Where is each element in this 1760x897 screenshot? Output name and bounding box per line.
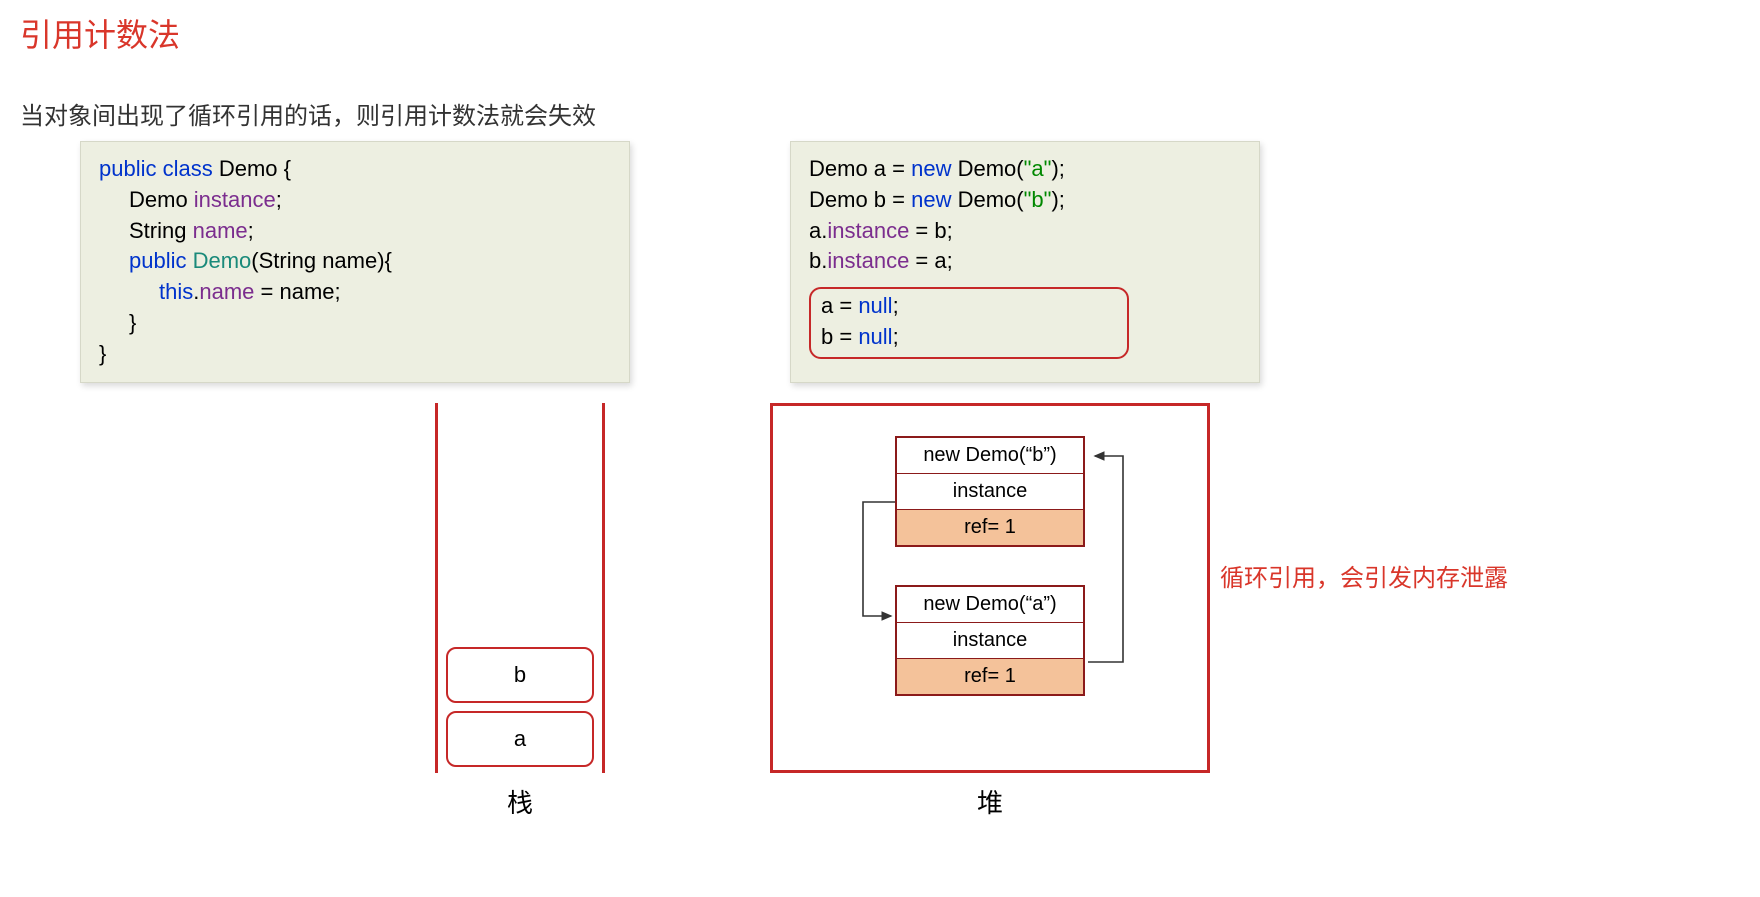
- code-text: = a;: [909, 248, 952, 273]
- heap-object-a: new Demo(“a”) instance ref= 1: [895, 585, 1085, 696]
- page-subtitle: 当对象间出现了循环引用的话，则引用计数法就会失效: [20, 96, 1740, 131]
- stack-item-b: b: [446, 647, 594, 703]
- field: instance: [827, 248, 909, 273]
- code-text: Demo b =: [809, 187, 911, 212]
- obj-instance: instance: [897, 623, 1083, 659]
- kw: null: [858, 324, 892, 349]
- kw: class: [163, 156, 213, 181]
- kw: new: [911, 156, 951, 181]
- field: instance: [827, 218, 909, 243]
- code-text: ;: [248, 218, 254, 243]
- code-text: ;: [893, 324, 899, 349]
- stack-item-a: a: [446, 711, 594, 767]
- code-text: }: [99, 339, 611, 370]
- code-text: ;: [276, 187, 282, 212]
- obj-header: new Demo(“a”): [897, 587, 1083, 623]
- code-text: );: [1051, 187, 1064, 212]
- heap-area: new Demo(“b”) instance ref= 1 new Demo(“…: [770, 403, 1210, 820]
- code-text: = name;: [254, 279, 340, 304]
- kw: this: [159, 279, 193, 304]
- page-title: 引用计数法: [20, 10, 1740, 56]
- code-text: Demo a =: [809, 156, 911, 181]
- stack-container: b a: [435, 403, 605, 773]
- code-text: );: [1051, 156, 1064, 181]
- diagram-row: b a 栈 new Demo(“b”) instance ref= 1: [20, 403, 1740, 820]
- kw: null: [858, 293, 892, 318]
- code-text: a =: [821, 293, 858, 318]
- kw: public: [129, 248, 186, 273]
- str: "a": [1024, 156, 1052, 181]
- stack-label: 栈: [270, 783, 770, 820]
- heap-object-b: new Demo(“b”) instance ref= 1: [895, 436, 1085, 547]
- code-text: (String name){: [251, 248, 392, 273]
- obj-header: new Demo(“b”): [897, 438, 1083, 474]
- code-text: b.: [809, 248, 827, 273]
- code-text: Demo: [129, 187, 194, 212]
- kw: new: [911, 187, 951, 212]
- code-text: ;: [893, 293, 899, 318]
- code-text: = b;: [909, 218, 952, 243]
- stack-area: b a 栈: [270, 403, 770, 820]
- field: name: [193, 218, 248, 243]
- obj-refcount: ref= 1: [897, 659, 1083, 694]
- heap-container: new Demo(“b”) instance ref= 1 new Demo(“…: [770, 403, 1210, 773]
- code-text: a.: [809, 218, 827, 243]
- code-text: }: [99, 308, 611, 339]
- code-text: b =: [821, 324, 858, 349]
- null-assign-box: a = null; b = null;: [809, 287, 1129, 359]
- code-text: Demo {: [213, 156, 291, 181]
- code-box-usage: Demo a = new Demo("a"); Demo b = new Dem…: [790, 141, 1260, 383]
- code-text: Demo(: [951, 187, 1023, 212]
- code-row: public class Demo { Demo instance; Strin…: [80, 141, 1740, 383]
- code-box-class-def: public class Demo { Demo instance; Strin…: [80, 141, 630, 383]
- memory-leak-annotation: 循环引用，会引发内存泄露: [1220, 558, 1508, 593]
- kw: public: [99, 156, 156, 181]
- str: "b": [1024, 187, 1052, 212]
- heap-label: 堆: [770, 783, 1210, 820]
- code-text: Demo(: [951, 156, 1023, 181]
- obj-instance: instance: [897, 474, 1083, 510]
- field: name: [199, 279, 254, 304]
- obj-refcount: ref= 1: [897, 510, 1083, 545]
- field: instance: [194, 187, 276, 212]
- ctor: Demo: [186, 248, 251, 273]
- code-text: String: [129, 218, 193, 243]
